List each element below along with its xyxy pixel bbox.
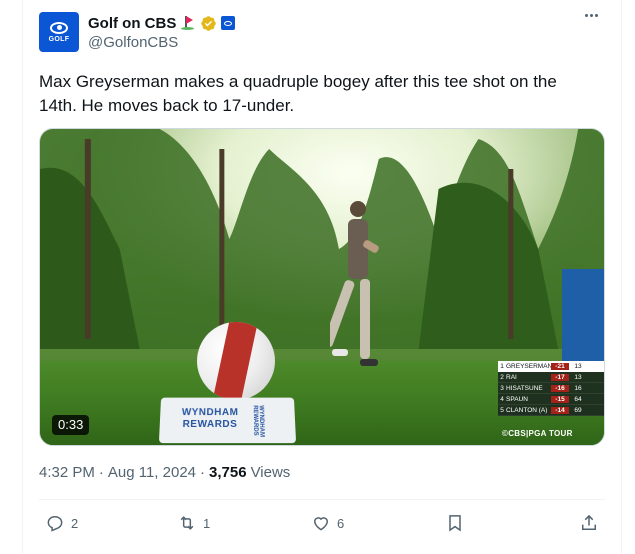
like-count: 6 (337, 515, 345, 531)
like-button[interactable]: 6 (311, 510, 344, 536)
user-handle[interactable]: @GolfonCBS (88, 34, 178, 51)
share-icon (582, 514, 596, 530)
reply-icon (47, 516, 63, 532)
display-name[interactable]: Golf on CBS (88, 15, 176, 32)
meta-separator: · (98, 464, 104, 481)
leaderboard-row: 5 CLANTON (A) -14 69 (498, 405, 604, 416)
avatar-label: GOLF (48, 35, 70, 43)
leaderboard-row: 2 RAI -17 13 (498, 372, 604, 383)
leaderboard-row: 1 GREYSERMAN -21 13 (498, 361, 604, 372)
video-blue-structure (562, 269, 604, 361)
leaderboard-pos: 3 (500, 384, 504, 392)
leaderboard-score: -14 (551, 406, 569, 414)
avatar[interactable]: GOLF (39, 12, 79, 52)
leaderboard-thru: 64 (574, 395, 582, 403)
tweet-time[interactable]: 4:32 PM (39, 464, 95, 481)
bookmark-icon (449, 515, 461, 532)
tweet-date[interactable]: Aug 11, 2024 (108, 464, 196, 481)
leaderboard-thru: 69 (574, 406, 582, 414)
more-options-icon[interactable] (585, 14, 598, 17)
leaderboard-name: GREYSERMAN (506, 362, 551, 370)
leaderboard-row: 3 HISATSUNE -16 16 (498, 383, 604, 394)
views-count: 3,756 (209, 464, 247, 481)
leaderboard-thru: 16 (574, 384, 582, 392)
tee-sign-line1: WYNDHAM (181, 407, 239, 419)
tee-sign-side: WYNDHAM REWARDS (251, 405, 265, 438)
leaderboard-name: RAI (506, 373, 517, 381)
repost-count: 1 (203, 515, 211, 531)
verified-gold-icon[interactable] (200, 15, 217, 32)
divider (39, 499, 605, 500)
leaderboard-thru: 13 (574, 362, 582, 370)
tweet-text: Max Greyserman makes a quadruple bogey a… (39, 72, 557, 115)
video-trees (40, 129, 604, 349)
author-name-row: Golf on CBS (88, 13, 236, 33)
video-golfer (330, 201, 379, 366)
video-player[interactable]: WYNDHAM REWARDS WYNDHAM REWARDS 1 GREYSER… (39, 128, 605, 446)
video-ball-marker (197, 322, 275, 400)
views-label: Views (250, 464, 291, 481)
tweet-meta: 4:32 PM · Aug 11, 2024 · 3,756 Views (39, 464, 290, 481)
reply-button[interactable]: 2 (45, 510, 78, 536)
leaderboard-name: HISATSUNE (506, 384, 543, 392)
leaderboard-pos: 2 (500, 373, 504, 381)
repost-icon (180, 516, 194, 530)
leaderboard-row: 4 SPAUN -15 64 (498, 394, 604, 405)
video-watermark: ©CBS|PGA TOUR (502, 429, 573, 438)
cbs-eye-logo-icon (50, 21, 68, 34)
leaderboard-pos: 5 (500, 406, 504, 414)
leaderboard-score: -21 (551, 362, 569, 370)
video-duration-badge: 0:33 (52, 415, 90, 435)
share-button[interactable] (579, 510, 599, 536)
leaderboard-score: -16 (551, 384, 569, 392)
repost-button[interactable]: 1 (177, 510, 210, 536)
meta-separator: · (200, 464, 206, 481)
cbs-affiliate-icon[interactable] (221, 16, 236, 30)
video-tee-sign: WYNDHAM REWARDS WYNDHAM REWARDS (158, 397, 297, 444)
leaderboard-score: -17 (551, 373, 569, 381)
leaderboard-name: CLANTON (A) (506, 406, 548, 414)
tee-sign-line2: REWARDS (182, 419, 238, 430)
heart-icon (313, 517, 329, 531)
leaderboard-thru: 13 (574, 373, 582, 381)
leaderboard-pos: 4 (500, 395, 504, 403)
reply-count: 2 (71, 515, 79, 531)
golf-flag-icon (180, 15, 196, 31)
bookmark-button[interactable] (445, 510, 465, 536)
leaderboard-name: SPAUN (506, 395, 528, 403)
action-bar: 2 1 6 (39, 510, 605, 536)
leaderboard-score: -15 (551, 395, 569, 403)
leaderboard-pos: 1 (500, 362, 504, 370)
video-leaderboard: 1 GREYSERMAN -21 13 2 RAI -17 13 3 HISATSUNE -16 16… (498, 361, 604, 416)
